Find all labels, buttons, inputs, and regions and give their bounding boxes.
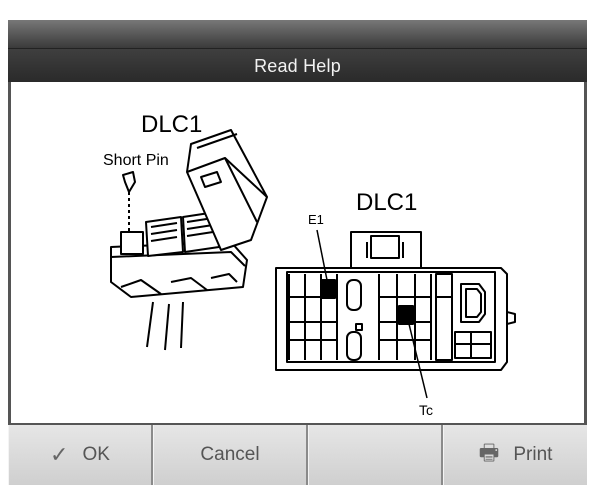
checkmark-icon: ✓ — [50, 442, 69, 467]
short-pin-label: Short Pin — [103, 152, 169, 169]
window-title: Read Help — [254, 56, 341, 76]
print-button-label: Print — [513, 444, 553, 465]
button-bar: ✓ OK Cancel 🖶 Print — [8, 425, 587, 485]
ok-button[interactable]: ✓ OK — [8, 425, 153, 485]
cancel-button-label: Cancel — [200, 444, 260, 465]
left-dlc1-label: DLC1 — [141, 111, 202, 138]
ok-button-label: OK — [82, 444, 110, 465]
cancel-button[interactable]: Cancel — [153, 425, 308, 485]
right-dlc1-label: DLC1 — [356, 189, 417, 216]
title-bar: Read Help — [8, 48, 587, 82]
printer-icon: 🖶 — [478, 440, 500, 465]
pin-e1-label: E1 — [308, 212, 324, 227]
blank-button[interactable] — [308, 425, 443, 485]
dlc1-pin-layout — [275, 229, 516, 399]
top-status-bar — [8, 20, 587, 48]
print-button[interactable]: 🖶 Print — [443, 425, 587, 485]
pin-tc-label: Tc — [419, 402, 433, 418]
dlc1-diagram: DLC1 Short Pin DLC1 E1 Tc — [103, 111, 516, 418]
help-content-area: DLC1 Short Pin DLC1 E1 Tc — [8, 82, 587, 425]
